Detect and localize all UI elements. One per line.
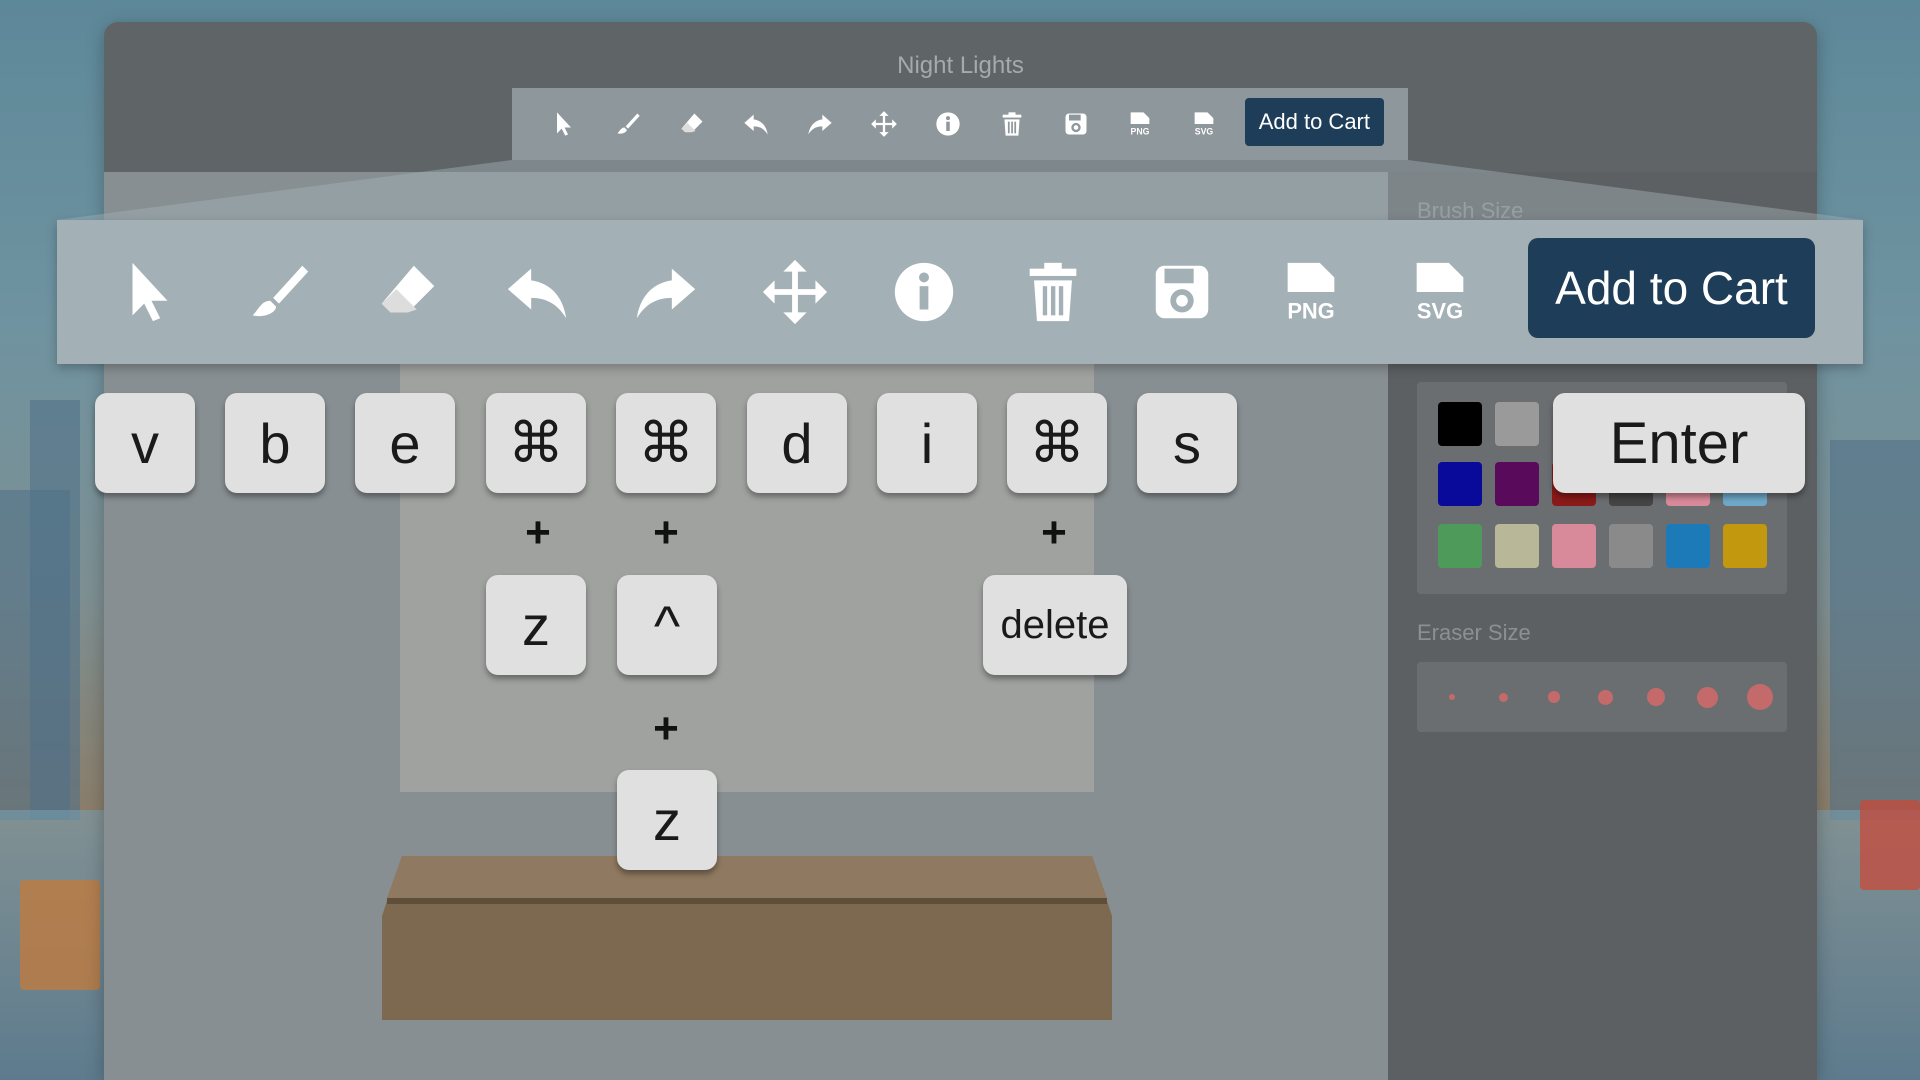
shortcut-key-save: s xyxy=(1137,393,1237,493)
wooden-stand-base xyxy=(382,856,1112,1020)
png-export-icon[interactable]: PNG xyxy=(1266,250,1356,334)
brush-icon[interactable] xyxy=(234,250,324,334)
shortcut-key-delete: delete xyxy=(983,575,1127,675)
save-icon[interactable] xyxy=(1044,100,1108,148)
move-icon[interactable] xyxy=(852,100,916,148)
shortcut-key-move: d xyxy=(747,393,847,493)
color-swatch[interactable] xyxy=(1609,524,1653,568)
brush-icon[interactable] xyxy=(596,100,660,148)
color-swatch[interactable] xyxy=(1438,462,1482,506)
color-swatch[interactable] xyxy=(1666,524,1710,568)
select-arrow-icon[interactable] xyxy=(532,100,596,148)
eraser-icon[interactable] xyxy=(660,100,724,148)
add-to-cart-button[interactable]: Add to Cart xyxy=(1244,98,1384,146)
svg-export-icon[interactable]: SVG xyxy=(1395,250,1485,334)
info-icon[interactable] xyxy=(916,100,980,148)
shortcut-key-redo-modifier: ⌘ xyxy=(616,393,716,493)
shortcut-key-redo-control: ^ xyxy=(617,575,717,675)
shortcut-plus: + xyxy=(653,508,679,557)
app-title: Night Lights xyxy=(897,52,1024,79)
background-gift xyxy=(20,880,100,990)
eraser-size-option[interactable] xyxy=(1449,694,1455,700)
info-icon[interactable] xyxy=(879,250,969,334)
eraser-size-option[interactable] xyxy=(1548,691,1560,703)
shortcut-key-info: i xyxy=(877,393,977,493)
undo-icon[interactable] xyxy=(724,100,788,148)
shortcut-plus: + xyxy=(1041,508,1067,557)
trash-icon[interactable] xyxy=(1008,250,1098,334)
color-swatch[interactable] xyxy=(1438,402,1482,446)
eraser-size-option[interactable] xyxy=(1499,693,1508,702)
shortcut-key-eraser: e xyxy=(355,393,455,493)
trash-icon[interactable] xyxy=(980,100,1044,148)
toolbar: PNG SVG Add to Cart xyxy=(512,88,1408,160)
eraser-size-option[interactable] xyxy=(1747,684,1773,710)
eraser-size-option[interactable] xyxy=(1598,690,1613,705)
color-swatch[interactable] xyxy=(1723,524,1767,568)
svg-text:SVG: SVG xyxy=(1417,298,1463,323)
shortcut-key-select: v xyxy=(95,393,195,493)
app-window: Night Lights PNG SVG Add to Cart Brush S… xyxy=(104,22,1817,1080)
svg-text:PNG: PNG xyxy=(1131,127,1150,137)
color-swatch[interactable] xyxy=(1438,524,1482,568)
color-swatch[interactable] xyxy=(1495,402,1539,446)
eraser-size-picker xyxy=(1417,662,1787,732)
redo-icon[interactable] xyxy=(621,250,711,334)
color-swatch[interactable] xyxy=(1495,462,1539,506)
shortcut-key-delete-modifier: ⌘ xyxy=(1007,393,1107,493)
background-building xyxy=(30,400,80,820)
svg-export-icon[interactable]: SVG xyxy=(1172,100,1236,148)
eraser-size-option[interactable] xyxy=(1647,688,1665,706)
eraser-size-label: Eraser Size xyxy=(1417,620,1531,645)
redo-icon[interactable] xyxy=(788,100,852,148)
color-swatch[interactable] xyxy=(1552,524,1596,568)
color-swatch[interactable] xyxy=(1495,524,1539,568)
shortcut-key-add-to-cart: Enter xyxy=(1553,393,1805,493)
shortcut-plus: + xyxy=(525,508,551,557)
shortcut-plus: + xyxy=(653,704,679,753)
undo-icon[interactable] xyxy=(492,250,582,334)
shortcut-key-brush: b xyxy=(225,393,325,493)
select-arrow-icon[interactable] xyxy=(105,250,195,334)
background-gift xyxy=(1860,800,1920,890)
shortcut-key-undo: z xyxy=(486,575,586,675)
shortcut-key-undo-modifier: ⌘ xyxy=(486,393,586,493)
save-icon[interactable] xyxy=(1137,250,1227,334)
shortcut-key-redo: z xyxy=(617,770,717,870)
toolbar-magnified: PNG SVG Add to Cart xyxy=(57,220,1863,364)
png-export-icon[interactable]: PNG xyxy=(1108,100,1172,148)
add-to-cart-button[interactable]: Add to Cart xyxy=(1528,238,1815,338)
background-building xyxy=(1830,440,1920,820)
move-icon[interactable] xyxy=(750,250,840,334)
eraser-icon[interactable] xyxy=(363,250,453,334)
svg-text:SVG: SVG xyxy=(1195,127,1214,137)
eraser-size-option[interactable] xyxy=(1697,687,1718,708)
svg-text:PNG: PNG xyxy=(1287,298,1334,323)
